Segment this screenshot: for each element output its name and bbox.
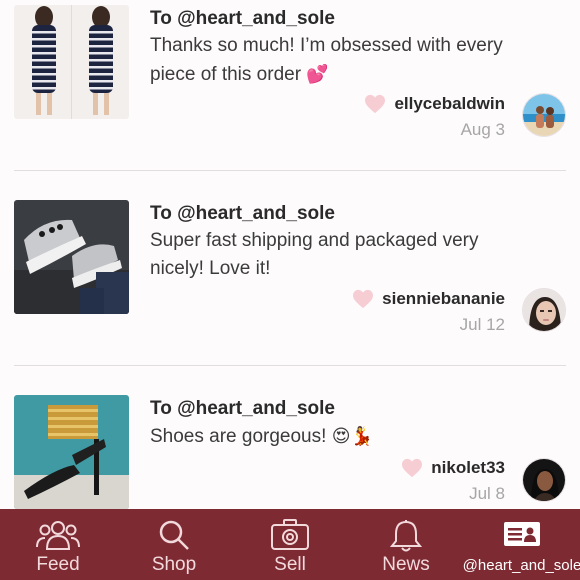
review-message-line: nicely! Love it!	[150, 258, 271, 279]
review-meta: nikolet33 Jul 8	[401, 458, 505, 504]
review-message-line: Super fast shipping and packaged very	[150, 230, 479, 251]
tab-profile[interactable]: @heart_and_sole	[463, 509, 580, 580]
divider	[14, 365, 566, 366]
review-meta: ellycebaldwin Aug 3	[364, 94, 505, 140]
search-icon	[159, 520, 189, 550]
review-recipient: To @heart_and_sole	[150, 8, 335, 29]
review-message: Super fast shipping and packaged very ni…	[150, 227, 565, 283]
reviewer-username[interactable]: ellycebaldwin	[394, 94, 505, 114]
listing-thumbnail[interactable]	[14, 395, 129, 509]
review-card: To @heart_and_sole Shoes are gorgeous! 😍…	[0, 390, 580, 509]
reviewer-username[interactable]: sienniebananie	[382, 289, 505, 309]
tab-shop[interactable]: Shop	[116, 509, 232, 580]
listing-thumbnail[interactable]	[14, 200, 129, 314]
heart-emoji: 💕	[306, 64, 329, 84]
tab-label: Feed	[36, 554, 80, 575]
review-message-line: Shoes are gorgeous! 😍💃	[150, 422, 565, 451]
review-card: To @heart_and_sole Super fast shipping a…	[0, 195, 580, 390]
heart-icon[interactable]	[364, 94, 386, 114]
tab-feed[interactable]: Feed	[0, 509, 116, 580]
bottom-tab-bar: Feed Shop Sell News @heart_and_sole	[0, 509, 580, 580]
woman-dark-avatar	[523, 459, 565, 501]
profile-card-icon	[504, 522, 540, 546]
tab-sell[interactable]: Sell	[232, 509, 348, 580]
bell-icon	[390, 520, 422, 552]
reviewer-avatar[interactable]	[522, 288, 566, 332]
tab-news[interactable]: News	[348, 509, 464, 580]
camera-icon	[271, 519, 309, 550]
heart-eyes-emoji: 😍💃	[331, 426, 373, 446]
heart-icon[interactable]	[352, 289, 374, 309]
review-recipient: To @heart_and_sole	[150, 398, 335, 419]
heart-icon[interactable]	[401, 458, 423, 478]
review-date: Aug 3	[460, 120, 505, 139]
listing-thumbnail[interactable]	[14, 5, 129, 119]
review-message-line: piece of this order 💕	[150, 60, 565, 89]
striped-dress-photo	[14, 5, 129, 119]
review-message: Thanks so much! I’m obsessed with every …	[150, 32, 565, 89]
love-notes-feed[interactable]: To @heart_and_sole Thanks so much! I’m o…	[0, 0, 580, 509]
tab-label: @heart_and_sole	[462, 557, 580, 574]
reviewer-username[interactable]: nikolet33	[431, 458, 505, 478]
review-card: To @heart_and_sole Thanks so much! I’m o…	[0, 0, 580, 195]
review-message-line: Thanks so much! I’m obsessed with every	[150, 35, 503, 56]
review-message: Shoes are gorgeous! 😍💃	[150, 422, 565, 451]
heels-photo	[14, 395, 129, 509]
couple-beach-avatar	[523, 94, 565, 136]
people-icon	[36, 521, 80, 550]
tab-label: Shop	[151, 554, 197, 575]
review-message-text: piece of this order	[150, 64, 302, 85]
review-date: Jul 12	[459, 315, 505, 334]
app-screen: To @heart_and_sole Thanks so much! I’m o…	[0, 0, 580, 580]
sneakers-photo	[14, 200, 129, 314]
review-date: Jul 8	[469, 484, 505, 503]
review-recipient: To @heart_and_sole	[150, 203, 335, 224]
review-message-text: Shoes are gorgeous!	[150, 426, 327, 447]
woman-selfie-avatar	[523, 289, 565, 331]
tab-label: Sell	[274, 554, 306, 575]
divider	[14, 170, 566, 171]
reviewer-avatar[interactable]	[522, 93, 566, 137]
reviewer-avatar[interactable]	[522, 458, 566, 502]
tab-label: News	[382, 554, 430, 575]
review-meta: sienniebananie Jul 12	[352, 289, 505, 335]
